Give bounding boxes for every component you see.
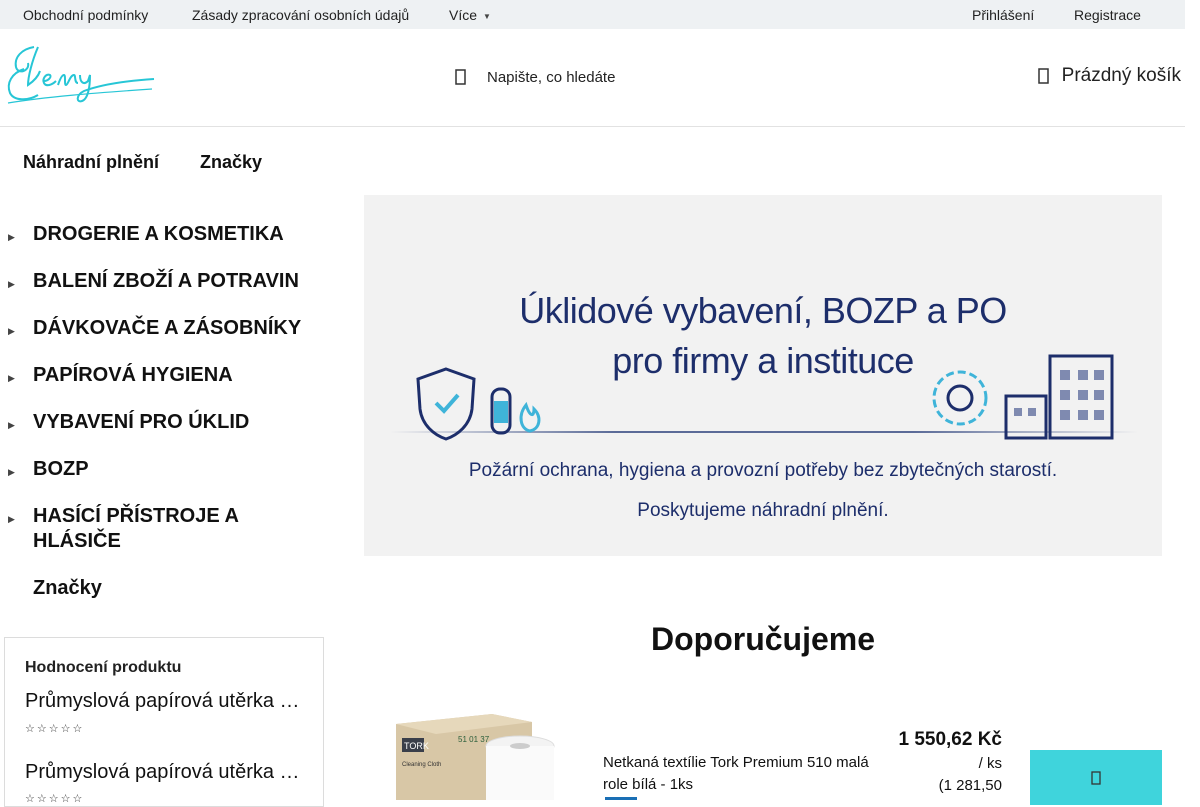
product-unit: / ks: [978, 755, 1002, 772]
more-menu[interactable]: Více ▼: [449, 7, 491, 23]
category-drogerie[interactable]: ▶ DROGERIE A KOSMETIKA: [0, 222, 330, 247]
more-label: Více: [449, 7, 478, 23]
review-product-name[interactable]: Průmyslová papírová utěrka …: [25, 690, 305, 713]
cart-label: Prázdný košík: [1061, 65, 1181, 86]
category-label: HASÍCÍ PŘÍSTROJE A HLÁSIČE: [33, 505, 239, 552]
category-hasici[interactable]: ▶ HASÍCÍ PŘÍSTROJE A HLÁSIČE: [0, 504, 330, 554]
login-link[interactable]: Přihlášení: [972, 7, 1034, 23]
chevron-down-icon: ▼: [483, 11, 491, 21]
site-header: Napište, co hledáte Prázdný košík: [0, 29, 1185, 127]
chevron-right-icon: ▶: [8, 232, 15, 242]
link-terms[interactable]: Obchodní podmínky: [23, 7, 148, 23]
category-vybaveni-uklid[interactable]: ▶ VYBAVENÍ PRO ÚKLID: [0, 410, 330, 435]
category-label: BALENÍ ZBOŽÍ A POTRAVIN: [33, 270, 299, 292]
review-product-name[interactable]: Průmyslová papírová utěrka …: [25, 761, 305, 784]
search-icon[interactable]: [452, 68, 470, 86]
category-label: DROGERIE A KOSMETIKA: [33, 223, 284, 245]
chevron-right-icon: ▶: [8, 326, 15, 336]
nav-substitute-fulfillment[interactable]: Náhradní plnění: [23, 152, 159, 173]
category-label: Značky: [33, 577, 102, 599]
add-to-cart-button[interactable]: [1030, 750, 1162, 805]
product-reviews-box: Hodnocení produktu Průmyslová papírová u…: [4, 637, 324, 807]
star-rating: ☆☆☆☆☆: [25, 793, 85, 805]
category-davkovace[interactable]: ▶ DÁVKOVAČE A ZÁSOBNÍKY: [0, 316, 330, 341]
site-logo[interactable]: [4, 41, 156, 105]
cart-button[interactable]: Prázdný košík: [1036, 65, 1181, 87]
box-product-name: Cleaning Cloth: [402, 762, 441, 768]
shield-extinguisher-icon: [416, 367, 541, 441]
category-label: PAPÍROVÁ HYGIENA: [33, 364, 233, 386]
product-image[interactable]: TORK Cleaning Cloth 51 01 37: [392, 712, 556, 800]
category-papirova-hygiena[interactable]: ▶ PAPÍROVÁ HYGIENA: [0, 363, 330, 388]
page-scrollbar[interactable]: [1185, 0, 1200, 800]
cart-icon: [1091, 770, 1101, 785]
category-label: BOZP: [33, 458, 89, 480]
category-znacky[interactable]: Značky: [0, 576, 330, 601]
nav-brands[interactable]: Značky: [200, 152, 262, 173]
product-name-link[interactable]: Netkaná textílie Tork Premium 510 malá r…: [603, 752, 873, 796]
category-sidebar: ▶ DROGERIE A KOSMETIKA ▶ BALENÍ ZBOŽÍ A PO…: [0, 222, 330, 623]
register-link[interactable]: Registrace: [1074, 7, 1141, 23]
star-rating: ☆☆☆☆☆: [25, 723, 85, 735]
link-privacy[interactable]: Zásady zpracování osobních údajů: [192, 7, 409, 23]
chevron-right-icon: ▶: [8, 467, 15, 477]
chevron-right-icon: ▶: [8, 514, 15, 524]
product-box-image: TORK Cleaning Cloth 51 01 37: [396, 714, 555, 800]
box-brand: TORK: [404, 741, 429, 751]
category-bozp[interactable]: ▶ BOZP: [0, 457, 330, 482]
banner-title: Úklidové vybavení, BOZP a PO: [519, 290, 1007, 331]
chevron-right-icon: ▶: [8, 279, 15, 289]
banner-note: Poskytujeme náhradní plnění.: [637, 500, 889, 521]
product-price-without-vat: (1 281,50: [938, 777, 1002, 794]
banner-tagline: Požární ochrana, hygiena a provozní potř…: [468, 460, 1058, 481]
product-price: 1 550,62 Kč: [898, 729, 1002, 750]
box-code: 51 01 37: [458, 735, 490, 744]
promo-banner[interactable]: Úklidové vybavení, BOZP a PO pro firmy a…: [364, 195, 1162, 556]
top-bar: Obchodní podmínky Zásady zpracování osob…: [0, 0, 1185, 29]
search-bar[interactable]: Napište, co hledáte: [452, 65, 615, 89]
gear-building-icon: [932, 354, 1114, 440]
logo-image: [7, 46, 155, 104]
chevron-right-icon: ▶: [8, 420, 15, 430]
recommended-heading: Doporučujeme: [650, 621, 876, 657]
chevron-right-icon: ▶: [8, 373, 15, 383]
category-label: VYBAVENÍ PRO ÚKLID: [33, 411, 250, 433]
search-input[interactable]: Napište, co hledáte: [487, 69, 615, 86]
category-label: DÁVKOVAČE A ZÁSOBNÍKY: [33, 317, 302, 339]
category-baleni[interactable]: ▶ BALENÍ ZBOŽÍ A POTRAVIN: [0, 269, 330, 294]
cart-icon: [1037, 68, 1049, 84]
reviews-heading: Hodnocení produktu: [25, 659, 182, 676]
